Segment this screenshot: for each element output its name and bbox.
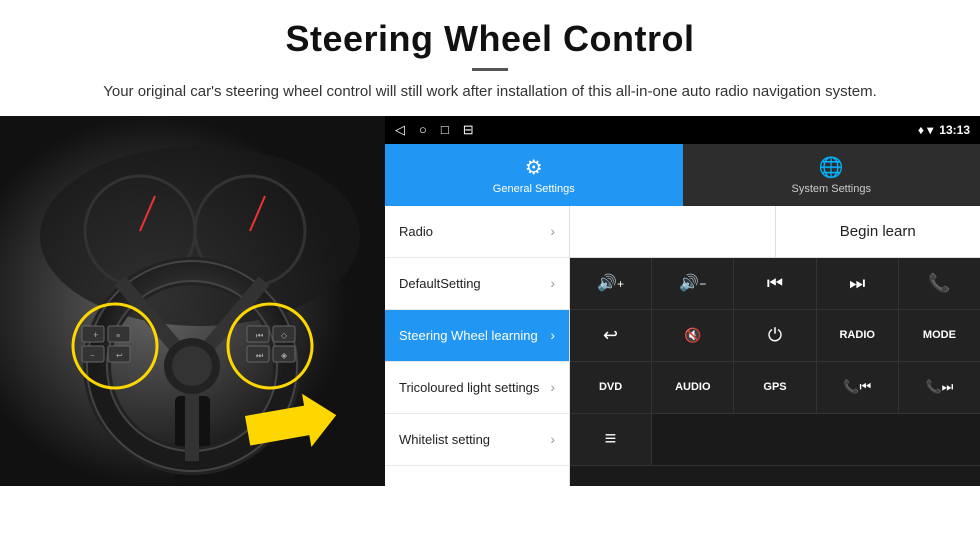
settings-menu: Radio › DefaultSetting › Steering Wheel … — [385, 206, 570, 486]
phone-icon: 📞 — [928, 273, 950, 294]
android-ui: ◁ ○ □ ⊟ ♦ ▾ 13:13 ⚙ General Settings 🌐 S… — [385, 116, 980, 486]
car-image-section: + ≡ − ↩ ⏮ ◇ ⏭ ◈ — [0, 116, 385, 486]
tab-general-settings[interactable]: ⚙ General Settings — [385, 144, 683, 206]
chevron-icon: › — [550, 327, 555, 343]
prev-track-button[interactable]: ⏮ — [734, 258, 816, 309]
empty-cell — [570, 206, 776, 257]
phone-prev-icon: 📞⏮ — [843, 379, 871, 395]
call-back-button[interactable]: ↩ — [570, 310, 652, 361]
phone-next-icon: 📞⏭ — [925, 379, 953, 395]
svg-text:≡: ≡ — [116, 333, 120, 340]
status-bar: ◁ ○ □ ⊟ ♦ ▾ 13:13 — [385, 116, 980, 144]
row-media-controls: 🔊+ 🔊− ⏮ ⏭ 📞 — [570, 258, 980, 310]
phone-prev-button[interactable]: 📞⏮ — [817, 362, 899, 413]
mute-icon: 🔇 — [684, 327, 701, 344]
nav-recents-icon[interactable]: □ — [441, 122, 449, 137]
dvd-label: DVD — [599, 381, 622, 393]
page-subtitle: Your original car's steering wheel contr… — [60, 81, 920, 104]
controls-panel: Begin learn 🔊+ 🔊− ⏮ ⏭ — [570, 206, 980, 486]
svg-text:↩: ↩ — [116, 351, 123, 360]
tab-system-settings[interactable]: 🌐 System Settings — [683, 144, 980, 206]
volume-up-button[interactable]: 🔊+ — [570, 258, 652, 309]
steering-wheel-svg: + ≡ − ↩ ⏮ ◇ ⏭ ◈ — [0, 116, 385, 486]
phone-button[interactable]: 📞 — [899, 258, 980, 309]
begin-learn-button[interactable]: Begin learn — [776, 206, 980, 257]
chevron-icon: › — [550, 379, 555, 395]
status-right: ♦ ▾ 13:13 — [918, 123, 970, 137]
audio-button[interactable]: AUDIO — [652, 362, 734, 413]
svg-text:−: − — [90, 351, 95, 360]
menu-whitelist-label: Whitelist setting — [399, 432, 490, 447]
globe-icon: 🌐 — [819, 155, 844, 180]
menu-item-radio[interactable]: Radio › — [385, 206, 569, 258]
nav-buttons: ◁ ○ □ ⊟ — [395, 122, 474, 138]
next-track-icon: ⏭ — [849, 273, 865, 294]
page-header: Steering Wheel Control Your original car… — [0, 0, 980, 116]
menu-steering-label: Steering Wheel learning — [399, 328, 538, 343]
row-menu: ≡ — [570, 414, 980, 466]
svg-text:⏮: ⏮ — [256, 331, 263, 340]
dvd-button[interactable]: DVD — [570, 362, 652, 413]
volume-up-icon: 🔊+ — [597, 273, 624, 293]
svg-text:◇: ◇ — [281, 331, 288, 340]
radio-button[interactable]: RADIO — [817, 310, 899, 361]
svg-text:◈: ◈ — [281, 351, 288, 360]
prev-track-icon: ⏮ — [767, 273, 783, 294]
location-icon: ♦ ▾ — [918, 123, 933, 137]
nav-home-icon[interactable]: ○ — [419, 122, 427, 137]
tab-bar: ⚙ General Settings 🌐 System Settings — [385, 144, 980, 206]
power-button[interactable]: ⏻ — [734, 310, 816, 361]
tab-system-label: System Settings — [792, 183, 871, 195]
nav-extra-icon[interactable]: ⊟ — [463, 122, 474, 138]
gps-button[interactable]: GPS — [734, 362, 816, 413]
menu-default-label: DefaultSetting — [399, 276, 481, 291]
audio-label: AUDIO — [675, 381, 710, 393]
mode-label: MODE — [923, 329, 956, 341]
menu-item-default-setting[interactable]: DefaultSetting › — [385, 258, 569, 310]
menu-controls-area: Radio › DefaultSetting › Steering Wheel … — [385, 206, 980, 486]
menu-icon: ≡ — [605, 428, 617, 451]
tab-general-label: General Settings — [493, 183, 575, 195]
mode-button[interactable]: MODE — [899, 310, 980, 361]
svg-text:+: + — [93, 330, 98, 340]
volume-down-icon: 🔊− — [679, 273, 706, 293]
clock: 13:13 — [939, 123, 970, 137]
nav-back-icon[interactable]: ◁ — [395, 122, 405, 138]
menu-tricoloured-label: Tricoloured light settings — [399, 380, 539, 395]
page-title: Steering Wheel Control — [60, 18, 920, 60]
menu-button[interactable]: ≡ — [570, 414, 652, 465]
mute-button[interactable]: 🔇 — [652, 310, 734, 361]
menu-item-tricoloured[interactable]: Tricoloured light settings › — [385, 362, 569, 414]
chevron-icon: › — [550, 431, 555, 447]
volume-down-button[interactable]: 🔊− — [652, 258, 734, 309]
call-back-icon: ↩ — [603, 325, 618, 346]
gear-icon: ⚙ — [525, 155, 543, 180]
svg-text:⏭: ⏭ — [256, 351, 263, 360]
row-begin-learn: Begin learn — [570, 206, 980, 258]
menu-item-steering-wheel[interactable]: Steering Wheel learning › — [385, 310, 569, 362]
radio-label: RADIO — [839, 329, 874, 341]
chevron-icon: › — [550, 275, 555, 291]
menu-item-whitelist[interactable]: Whitelist setting › — [385, 414, 569, 466]
phone-next-button[interactable]: 📞⏭ — [899, 362, 980, 413]
title-divider — [472, 68, 508, 71]
gps-label: GPS — [763, 381, 786, 393]
empty-row-space — [652, 414, 980, 465]
chevron-icon: › — [550, 223, 555, 239]
power-icon: ⏻ — [768, 325, 782, 346]
row-secondary-controls: ↩ 🔇 ⏻ RADIO MODE — [570, 310, 980, 362]
car-background: + ≡ − ↩ ⏮ ◇ ⏭ ◈ — [0, 116, 385, 486]
menu-radio-label: Radio — [399, 224, 433, 239]
main-content: + ≡ − ↩ ⏮ ◇ ⏭ ◈ — [0, 116, 980, 486]
row-source-controls: DVD AUDIO GPS 📞⏮ 📞⏭ — [570, 362, 980, 414]
next-track-button[interactable]: ⏭ — [817, 258, 899, 309]
